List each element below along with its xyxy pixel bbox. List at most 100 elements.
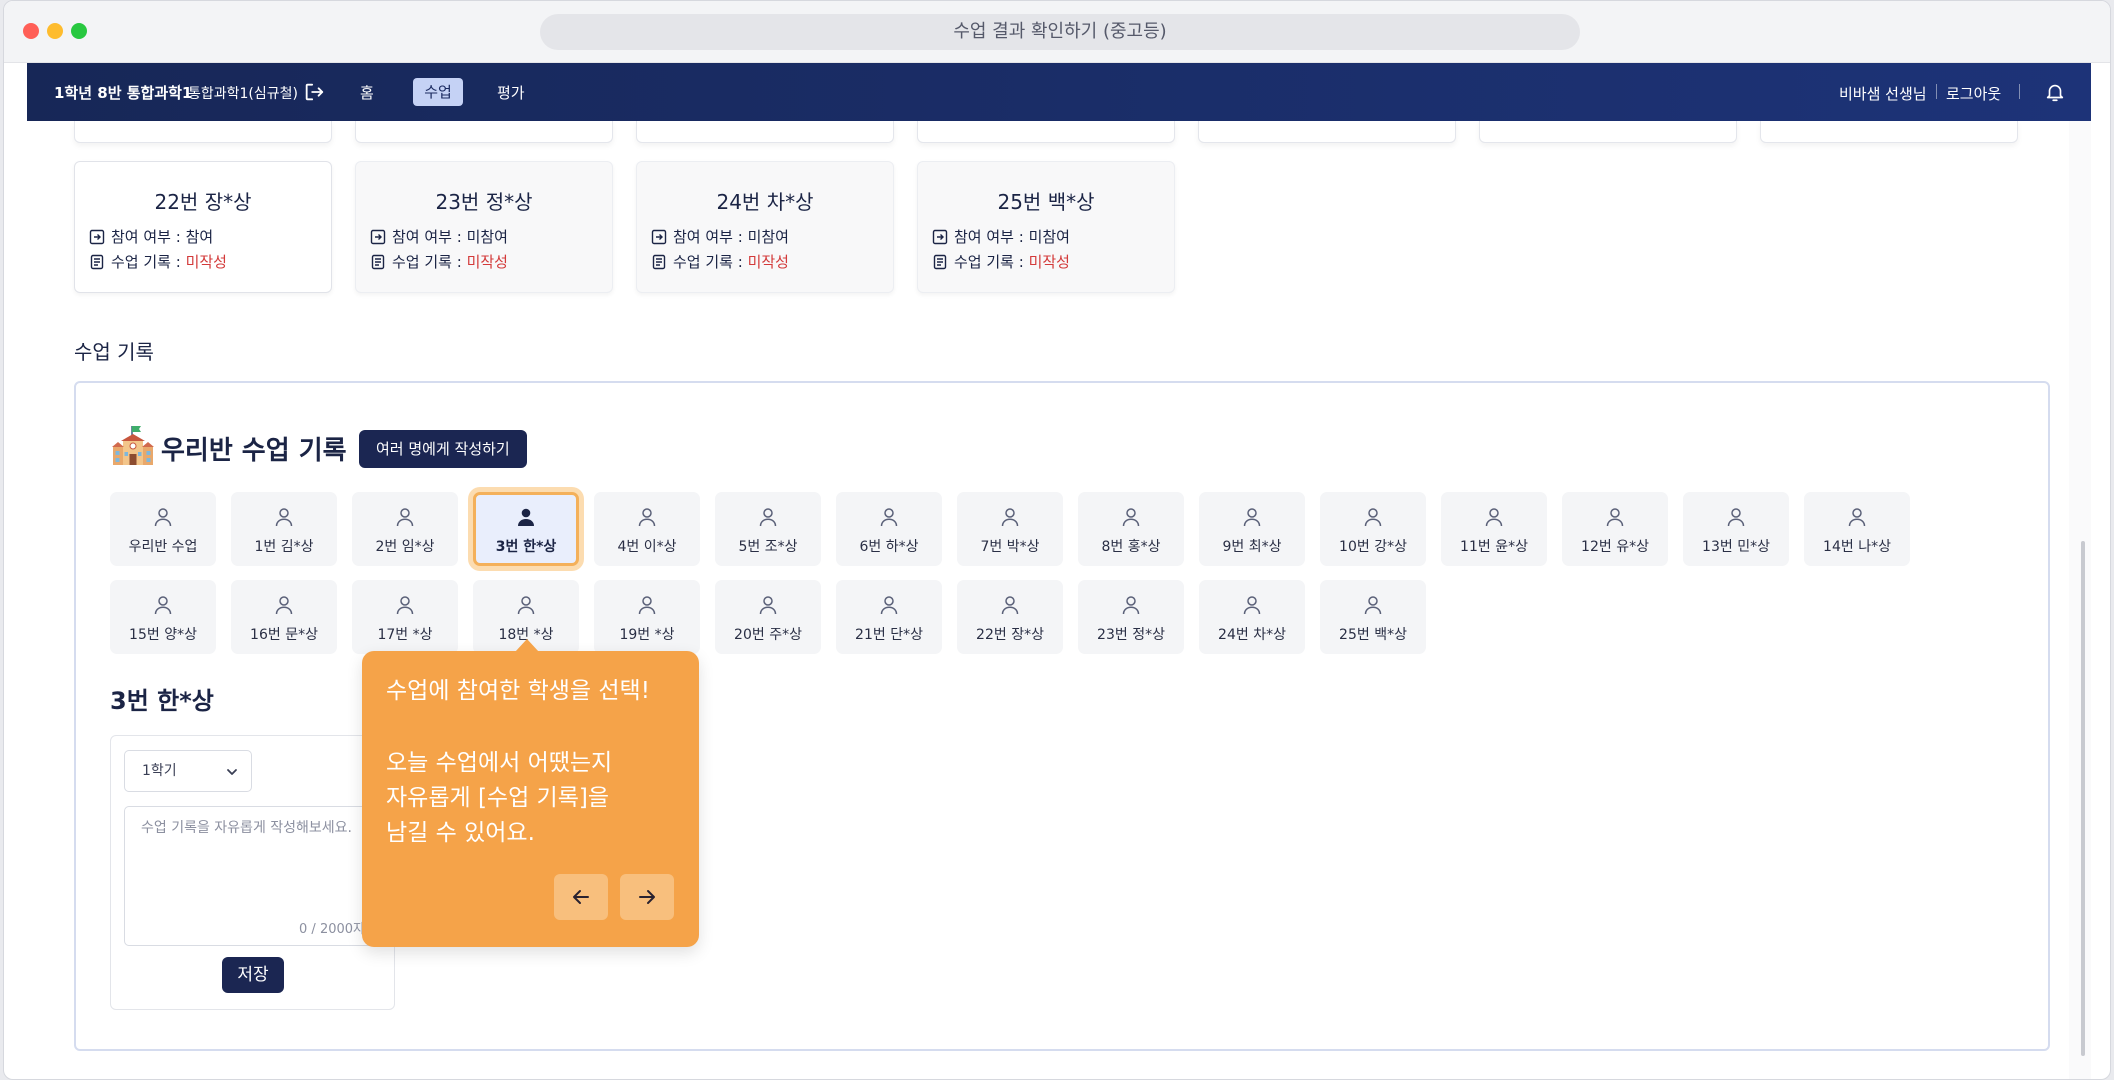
student-card[interactable]: 22번 장*상 참여 여부 : 참여 수업 기록 : 미작성 (74, 161, 332, 293)
student-chip-label: 우리반 수업 (128, 539, 198, 555)
student-card-name: 25번 백*상 (997, 190, 1095, 214)
logout-link[interactable]: 로그아웃 (1946, 83, 2001, 104)
enter-icon (89, 229, 105, 245)
student-card-name: 23번 정*상 (435, 190, 533, 214)
record-status: 미작성 (747, 253, 789, 271)
student-chip[interactable]: 6번 하*상 (836, 492, 942, 566)
maximize-window-button[interactable] (71, 23, 87, 39)
student-chip-label: 4번 이*상 (617, 539, 677, 555)
student-chip-label: 17번 *상 (377, 627, 433, 643)
student-card[interactable]: 23번 정*상 참여 여부 : 미참여 수업 기록 : 미작성 (355, 161, 613, 293)
student-chip-label: 23번 정*상 (1097, 627, 1165, 643)
person-icon (1122, 596, 1140, 615)
nav-evaluation[interactable]: 평가 (497, 82, 525, 103)
student-chip[interactable]: 14번 나*상 (1804, 492, 1910, 566)
student-card[interactable] (1198, 121, 1456, 143)
student-chip-label: 19번 *상 (619, 627, 675, 643)
selected-student-title: 3번 한*상 (110, 687, 214, 715)
write-multiple-button[interactable]: 여러 명에게 작성하기 (359, 430, 527, 468)
student-chip[interactable]: 24번 차*상 (1199, 580, 1305, 654)
student-card[interactable] (74, 121, 332, 143)
student-chip[interactable]: 23번 정*상 (1078, 580, 1184, 654)
tooltip-next-button[interactable] (620, 874, 674, 920)
student-chip-label: 15번 양*상 (129, 627, 197, 643)
arrow-left-icon (573, 890, 589, 904)
student-chip[interactable]: 7번 박*상 (957, 492, 1063, 566)
student-chip[interactable]: 1번 김*상 (231, 492, 337, 566)
student-chip-label: 25번 백*상 (1339, 627, 1407, 643)
person-icon (275, 596, 293, 615)
person-icon (1243, 508, 1261, 527)
participation-value: 미참여 (747, 228, 789, 246)
student-card[interactable]: 24번 차*상 참여 여부 : 미참여 수업 기록 : 미작성 (636, 161, 894, 293)
record-textarea[interactable]: 수업 기록을 자유롭게 작성해보세요. 0 / 2000자 (124, 806, 382, 946)
top-navbar: 1학년 8반 통합과학1 통합과학1(심규철) 홈 수업 평가 비바샘 선생님 … (27, 63, 2091, 121)
student-card[interactable] (917, 121, 1175, 143)
semester-select[interactable]: 1학기 (124, 750, 252, 792)
student-card[interactable]: 25번 백*상 참여 여부 : 미참여 수업 기록 : 미작성 (917, 161, 1175, 293)
nav-home[interactable]: 홈 (360, 82, 374, 103)
exit-class-icon[interactable] (303, 81, 325, 103)
participation-row: 참여 여부 : 미참여 (651, 226, 789, 247)
person-icon (1848, 508, 1866, 527)
student-card[interactable] (1479, 121, 1737, 143)
person-icon (880, 508, 898, 527)
person-icon (1001, 596, 1019, 615)
close-window-button[interactable] (23, 23, 39, 39)
school-icon (112, 426, 154, 465)
student-chip-selected[interactable]: 3번 한*상 (473, 492, 579, 566)
record-row: 수업 기록 : 미작성 (932, 251, 1070, 272)
participation-value: 참여 (185, 228, 214, 246)
student-chip[interactable]: 17번 *상 (352, 580, 458, 654)
document-icon (90, 254, 104, 270)
scrollbar-track[interactable] (2069, 121, 2091, 1079)
record-row: 수업 기록 : 미작성 (370, 251, 508, 272)
student-chip[interactable]: 19번 *상 (594, 580, 700, 654)
student-chip[interactable]: 9번 최*상 (1199, 492, 1305, 566)
student-chip[interactable]: 10번 강*상 (1320, 492, 1426, 566)
student-chip-label: 8번 홍*상 (1101, 539, 1161, 555)
student-card[interactable] (636, 121, 894, 143)
user-name: 비바샘 선생님 (1839, 85, 1927, 103)
student-chip[interactable]: 5번 조*상 (715, 492, 821, 566)
student-chip[interactable]: 25번 백*상 (1320, 580, 1426, 654)
student-chip-label: 22번 장*상 (976, 627, 1044, 643)
person-icon (759, 508, 777, 527)
person-icon (1243, 596, 1261, 615)
nav-lesson[interactable]: 수업 (413, 78, 463, 106)
student-chip[interactable]: 4번 이*상 (594, 492, 700, 566)
student-chip[interactable]: 22번 장*상 (957, 580, 1063, 654)
person-icon (638, 596, 656, 615)
student-chip[interactable]: 8번 홍*상 (1078, 492, 1184, 566)
save-button[interactable]: 저장 (222, 957, 284, 993)
onboarding-tooltip: 수업에 참여한 학생을 선택! 오늘 수업에서 어땠는지 자유롭게 [수업 기록… (362, 639, 699, 947)
student-chip[interactable]: 15번 양*상 (110, 580, 216, 654)
title-bar: 수업 결과 확인하기 (중고등) (4, 1, 2110, 63)
window-title[interactable]: 수업 결과 확인하기 (중고등) (540, 14, 1580, 50)
bell-icon[interactable] (2044, 80, 2066, 104)
student-chip[interactable]: 11번 윤*상 (1441, 492, 1547, 566)
student-chip[interactable]: 12번 유*상 (1562, 492, 1668, 566)
student-chip-label: 5번 조*상 (738, 539, 798, 555)
person-icon (1122, 508, 1140, 527)
tooltip-text: 남길 수 있어요. (386, 820, 535, 846)
tooltip-prev-button[interactable] (554, 874, 608, 920)
student-chip[interactable]: 20번 주*상 (715, 580, 821, 654)
record-status: 미작성 (466, 253, 508, 271)
student-chip-label: 10번 강*상 (1339, 539, 1407, 555)
character-counter: 0 / 2000자 (299, 922, 365, 937)
student-chip[interactable]: 13번 민*상 (1683, 492, 1789, 566)
person-icon (396, 596, 414, 615)
student-chip[interactable]: 2번 임*상 (352, 492, 458, 566)
student-card[interactable] (1760, 121, 2018, 143)
student-card[interactable] (355, 121, 613, 143)
student-chip[interactable]: 16번 문*상 (231, 580, 337, 654)
student-chip[interactable]: 21번 단*상 (836, 580, 942, 654)
student-chip-label: 16번 문*상 (250, 627, 318, 643)
minimize-window-button[interactable] (47, 23, 63, 39)
person-icon (154, 596, 172, 615)
person-icon (1485, 508, 1503, 527)
scrollbar-thumb[interactable] (2081, 541, 2085, 1056)
student-chip-label: 13번 민*상 (1702, 539, 1770, 555)
student-chip[interactable]: 우리반 수업 (110, 492, 216, 566)
